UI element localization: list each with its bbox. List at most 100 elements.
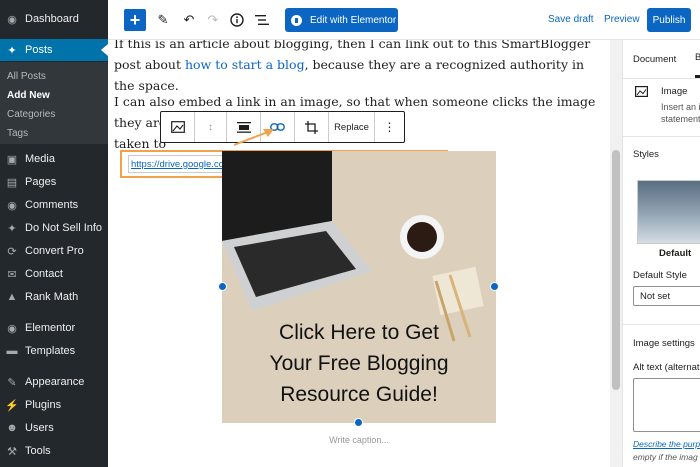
block-description: Insert an i statement.	[661, 101, 700, 125]
publish-button[interactable]: Publish	[647, 8, 691, 32]
alt-help-text: empty if the imag	[633, 452, 698, 462]
submenu-tags[interactable]: Tags	[7, 128, 28, 139]
style-preview-default[interactable]	[637, 180, 700, 244]
posts-submenu: All Posts Add New Categories Tags	[0, 62, 108, 144]
outline-button[interactable]	[251, 9, 273, 31]
move-up-down-icon: ↕	[208, 121, 213, 133]
add-block-button[interactable]: +	[124, 9, 146, 31]
editor-canvas: If this is an article about blogging, th…	[108, 40, 610, 467]
crop-icon	[305, 120, 318, 134]
sidebar-item-convert-pro[interactable]: ⟳ Convert Pro	[0, 240, 108, 262]
tab-document[interactable]: Document	[633, 40, 676, 78]
resize-handle-left[interactable]	[218, 282, 227, 291]
sidebar-item-label: Appearance	[25, 376, 85, 388]
preview-button[interactable]: Preview	[604, 14, 640, 25]
redo-button[interactable]: ↷	[202, 9, 224, 31]
block-name: Image	[661, 86, 688, 97]
editor-scrollbar[interactable]	[610, 40, 622, 467]
submenu-categories[interactable]: Categories	[7, 109, 55, 120]
chart-icon: ▲	[6, 291, 18, 303]
editor-top-toolbar: + ✎ ↶ ↷ Edit with Elementor Save draft P…	[108, 0, 700, 40]
sidebar-item-do-not-sell-info[interactable]: ✦ Do Not Sell Info	[0, 217, 108, 239]
sidebar-item-templates[interactable]: ▬ Templates	[0, 340, 108, 362]
users-icon: ☻	[6, 422, 18, 434]
more-options-button[interactable]: ⋮	[375, 112, 404, 142]
plugin-icon: ⚡	[5, 399, 19, 412]
resize-handle-right[interactable]	[490, 282, 499, 291]
describe-purpose-link[interactable]: Describe the purp	[633, 439, 700, 449]
sidebar-item-label: Media	[25, 153, 55, 165]
sidebar-item-label: Users	[25, 422, 54, 434]
brush-icon: ✎	[7, 376, 17, 389]
submenu-all-posts[interactable]: All Posts	[7, 71, 46, 82]
list-outline-icon	[255, 15, 269, 25]
style-default-label: Default	[659, 248, 692, 259]
block-description-line: Insert an i	[661, 102, 700, 112]
image-block[interactable]: Click Here to Get Your Free Blogging Res…	[222, 151, 496, 423]
sidebar-item-tools[interactable]: ⚒ Tools	[0, 440, 108, 462]
image-icon	[635, 86, 648, 97]
sidebar-item-label: Rank Math	[25, 291, 79, 303]
sidebar-item-elementor[interactable]: ◉ Elementor	[0, 317, 108, 339]
dashboard-icon: ◉	[7, 13, 17, 26]
scrollbar-thumb[interactable]	[612, 150, 620, 390]
elementor-icon: ◉	[7, 322, 17, 335]
pencil-icon: ✎	[157, 12, 169, 27]
sidebar-item-users[interactable]: ☻ Users	[0, 417, 108, 439]
styles-heading: Styles	[633, 149, 659, 160]
image-block-toolbar: ↕ Replace ⋮	[160, 111, 405, 143]
pages-icon: ▤	[6, 176, 18, 189]
paragraph-text: taken to	[114, 136, 167, 151]
sidebar-item-media[interactable]: ▣ Media	[0, 148, 108, 170]
sidebar-item-label: Dashboard	[25, 13, 79, 25]
save-draft-button[interactable]: Save draft	[548, 14, 594, 25]
tab-block[interactable]: Bl	[695, 40, 700, 78]
sidebar-item-rank-math[interactable]: ▲ Rank Math	[0, 286, 108, 308]
cta-line: Resource Guide!	[280, 383, 438, 406]
default-style-select[interactable]: Not set	[633, 286, 700, 306]
pin-icon: ✦	[7, 222, 17, 235]
sidebar-item-appearance[interactable]: ✎ Appearance	[0, 371, 108, 393]
sidebar-item-dashboard[interactable]: ◉ Dashboard	[0, 8, 108, 30]
how-to-start-a-blog-link[interactable]: how to start a blog	[185, 57, 305, 72]
info-icon	[230, 13, 244, 27]
sidebar-item-label: Do Not Sell Info	[25, 222, 103, 234]
sidebar-item-comments[interactable]: ◉ Comments	[0, 194, 108, 216]
edit-with-elementor-button[interactable]: Edit with Elementor	[285, 8, 398, 32]
move-block-button[interactable]: ↕	[195, 112, 227, 142]
sidebar-item-label: Tools	[25, 445, 51, 457]
divider	[623, 324, 700, 325]
undo-button[interactable]: ↶	[178, 9, 200, 31]
folder-icon: ▬	[6, 345, 18, 357]
alt-text-input[interactable]	[633, 378, 700, 432]
media-icon: ▣	[6, 153, 18, 166]
details-button[interactable]	[226, 9, 248, 31]
elementor-button-label: Edit with Elementor	[310, 14, 397, 26]
crop-button[interactable]	[295, 112, 329, 142]
plus-icon: +	[129, 9, 141, 30]
sidebar-item-label: Plugins	[25, 399, 62, 411]
mail-icon: ✉	[7, 268, 17, 281]
sidebar-item-pages[interactable]: ▤ Pages	[0, 171, 108, 193]
alt-text-label: Alt text (alternati	[633, 362, 700, 373]
submenu-add-new[interactable]: Add New	[7, 90, 50, 101]
cta-line: Your Free Blogging	[269, 352, 449, 375]
wrench-icon: ⚒	[7, 445, 17, 458]
image-cta-text: Click Here to Get Your Free Blogging Res…	[222, 317, 496, 410]
paragraph-block[interactable]: If this is an article about blogging, th…	[114, 40, 599, 96]
sidebar-item-label: Convert Pro	[25, 245, 84, 257]
block-type-button[interactable]	[161, 112, 195, 142]
settings-sidebar: Document Bl Image Insert an i statement.…	[622, 40, 700, 467]
pin-icon: ✦	[7, 44, 17, 57]
resize-handle-bottom[interactable]	[354, 418, 363, 427]
image-caption-input[interactable]: Write caption...	[222, 435, 496, 445]
tools-button[interactable]: ✎	[152, 9, 174, 31]
replace-button[interactable]: Replace	[329, 112, 375, 142]
sidebar-item-posts[interactable]: ✦ Posts	[0, 39, 108, 61]
sidebar-item-plugins[interactable]: ⚡ Plugins	[0, 394, 108, 416]
divider	[623, 136, 700, 137]
sidebar-item-contact[interactable]: ✉ Contact	[0, 263, 108, 285]
sidebar-item-label: Pages	[25, 176, 57, 188]
redo-icon: ↷	[207, 12, 219, 27]
convert-pro-icon: ⟳	[7, 245, 17, 258]
